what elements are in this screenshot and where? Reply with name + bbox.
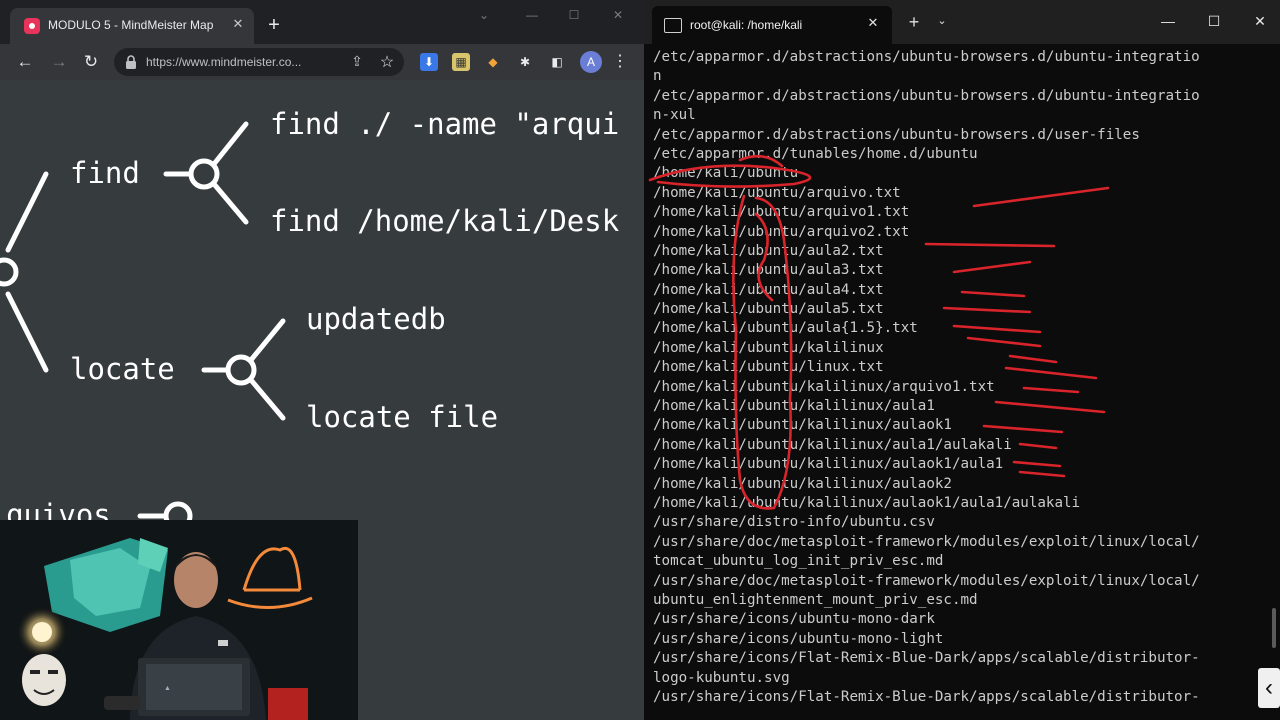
terminal-line: /home/kali/ubuntu/kalilinux/aulaok1 bbox=[653, 417, 952, 434]
terminal-line: /home/kali/ubuntu/kalilinux/arquivo1.txt bbox=[653, 378, 995, 395]
terminal-line: /usr/share/icons/Flat-Remix-Blue-Dark/ap… bbox=[653, 688, 1200, 705]
terminal-line: tomcat_ubuntu_log_init_priv_esc.md bbox=[653, 553, 944, 570]
address-bar[interactable]: https://www.mindmeister.co... ⇪ ☆ bbox=[114, 48, 404, 76]
terminal-icon bbox=[664, 18, 682, 33]
terminal-line: /etc/apparmor.d/abstractions/ubuntu-brow… bbox=[653, 126, 1140, 143]
terminal-line: ubuntu_enlightenment_mount_priv_esc.md bbox=[653, 591, 978, 608]
chevron-down-icon[interactable]: ⌄ bbox=[470, 8, 498, 26]
image-extension-icon[interactable]: ▦ bbox=[452, 53, 470, 71]
terminal-tab-title: root@kali: /home/kali bbox=[690, 18, 803, 32]
terminal-line: /home/kali/ubuntu/aula{1.5}.txt bbox=[653, 320, 918, 337]
browser-tab-bar: MODULO 5 - MindMeister Map ✕ + ⌄ — ☐ ✕ bbox=[0, 0, 644, 44]
terminal-line: /home/kali/ubuntu/arquivo1.txt bbox=[653, 204, 910, 221]
presenter-video-frame: ▲ bbox=[0, 520, 358, 720]
terminal-line: /home/kali/ubuntu/arquivo.txt bbox=[653, 184, 901, 201]
terminal-line: /home/kali/ubuntu/aula3.txt bbox=[653, 262, 884, 279]
color-extension-icon[interactable]: ◆ bbox=[484, 53, 502, 71]
close-tab-icon[interactable]: ✕ bbox=[864, 15, 882, 33]
terminal-line: n bbox=[653, 68, 662, 85]
terminal-line: /home/kali/ubuntu/kalilinux/aula1/aulaka… bbox=[653, 436, 1012, 453]
terminal-tab[interactable]: root@kali: /home/kali ✕ bbox=[652, 6, 892, 44]
terminal-line: /home/kali/ubuntu/linux.txt bbox=[653, 359, 884, 376]
terminal-line: /etc/apparmor.d/tunables/home.d/ubuntu bbox=[653, 145, 978, 162]
terminal-line: /home/kali/ubuntu/aula4.txt bbox=[653, 281, 884, 298]
forward-button[interactable]: → bbox=[48, 51, 70, 73]
terminal-line: /usr/share/icons/ubuntu-mono-light bbox=[653, 630, 944, 647]
terminal-window: root@kali: /home/kali ✕ + ⌄ — ☐ ✕ /etc/a… bbox=[644, 0, 1280, 720]
terminal-output[interactable]: /etc/apparmor.d/abstractions/ubuntu-brow… bbox=[653, 48, 1263, 707]
tab-title: MODULO 5 - MindMeister Map bbox=[48, 18, 214, 32]
menu-kebab-icon[interactable]: ⋮ bbox=[612, 51, 628, 73]
mindmap-leaf-locate-file[interactable]: locate file bbox=[306, 400, 498, 434]
close-window-button[interactable]: ✕ bbox=[604, 8, 632, 26]
maximize-button[interactable]: ☐ bbox=[1200, 10, 1228, 32]
share-icon[interactable]: ⇪ bbox=[348, 53, 366, 71]
webcam-overlay: ▲ bbox=[0, 520, 358, 720]
terminal-line: /home/kali/ubuntu/kalilinux/aulaok1/aula… bbox=[653, 494, 1081, 511]
mindmeister-icon bbox=[24, 18, 40, 34]
bookmark-star-icon[interactable]: ☆ bbox=[378, 52, 396, 71]
new-tab-button[interactable]: + bbox=[904, 12, 924, 32]
close-window-button[interactable]: ✕ bbox=[1246, 10, 1274, 32]
mindmap-leaf-find-path[interactable]: find /home/kali/Desk bbox=[270, 204, 619, 238]
terminal-tab-bar: root@kali: /home/kali ✕ + ⌄ — ☐ ✕ bbox=[644, 0, 1280, 44]
svg-text:▲: ▲ bbox=[164, 685, 171, 692]
close-tab-icon[interactable]: ✕ bbox=[228, 14, 248, 34]
new-tab-button[interactable]: + bbox=[262, 14, 286, 38]
browser-tab[interactable]: MODULO 5 - MindMeister Map ✕ bbox=[10, 8, 254, 44]
lock-icon bbox=[126, 55, 136, 69]
minimize-button[interactable]: — bbox=[518, 8, 546, 26]
terminal-line: /home/kali/ubuntu/kalilinux/aulaok2 bbox=[653, 475, 952, 492]
terminal-line: /home/kali/ubuntu/arquivo2.txt bbox=[653, 223, 910, 240]
side-panel-icon[interactable]: ◧ bbox=[548, 53, 566, 71]
profile-avatar[interactable]: A bbox=[580, 51, 602, 73]
terminal-line: /home/kali/ubuntu/kalilinux/aula1 bbox=[653, 398, 935, 415]
mindmap-leaf-find-name[interactable]: find ./ -name "arqui bbox=[270, 107, 619, 141]
terminal-line: n-xul bbox=[653, 107, 696, 124]
terminal-line: logo-kubuntu.svg bbox=[653, 669, 790, 686]
terminal-line: /home/kali/ubuntu/aula5.txt bbox=[653, 301, 884, 318]
reload-button[interactable]: ↻ bbox=[80, 51, 102, 73]
back-button[interactable]: ← bbox=[14, 51, 36, 73]
terminal-line: /usr/share/icons/Flat-Remix-Blue-Dark/ap… bbox=[653, 650, 1200, 667]
mindmap-leaf-updatedb[interactable]: updatedb bbox=[306, 302, 446, 336]
chevron-left-icon[interactable]: ‹ bbox=[1258, 668, 1280, 708]
chevron-down-icon[interactable]: ⌄ bbox=[934, 14, 950, 30]
terminal-line: /usr/share/doc/metasploit-framework/modu… bbox=[653, 533, 1200, 550]
terminal-line: /home/kali/ubuntu/aula2.txt bbox=[653, 242, 884, 259]
address-url: https://www.mindmeister.co... bbox=[146, 55, 302, 69]
terminal-scrollbar[interactable] bbox=[1272, 608, 1276, 648]
browser-toolbar: ← → ↻ https://www.mindmeister.co... ⇪ ☆ … bbox=[0, 44, 644, 80]
terminal-line: /home/kali/ubuntu/kalilinux/aulaok1/aula… bbox=[653, 456, 1004, 473]
terminal-line: /usr/share/distro-info/ubuntu.csv bbox=[653, 514, 935, 531]
terminal-line: /home/kali/ubuntu bbox=[653, 165, 799, 182]
maximize-button[interactable]: ☐ bbox=[560, 8, 588, 26]
download-extension-icon[interactable]: ⬇ bbox=[420, 53, 438, 71]
mindmap-node-locate[interactable]: locate bbox=[70, 352, 175, 386]
puzzle-extensions-icon[interactable]: ✱ bbox=[516, 53, 534, 71]
terminal-line: /etc/apparmor.d/abstractions/ubuntu-brow… bbox=[653, 49, 1200, 65]
mindmap-node-find[interactable]: find bbox=[70, 156, 140, 190]
terminal-line: /home/kali/ubuntu/kalilinux bbox=[653, 339, 884, 356]
terminal-line: /usr/share/doc/metasploit-framework/modu… bbox=[653, 572, 1200, 589]
minimize-button[interactable]: — bbox=[1154, 10, 1182, 32]
terminal-line: /etc/apparmor.d/abstractions/ubuntu-brow… bbox=[653, 87, 1200, 104]
terminal-line: /usr/share/icons/ubuntu-mono-dark bbox=[653, 611, 935, 628]
